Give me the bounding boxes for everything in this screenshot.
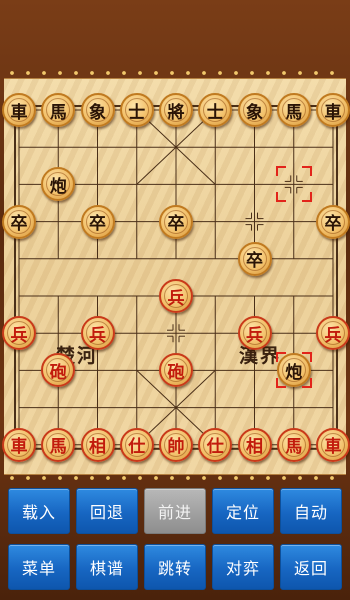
auto-button[interactable]: 自动 [280,488,342,534]
piece-label: 兵 [324,325,342,346]
black-soldier-1-piece[interactable]: 卒 [2,204,36,239]
piece-label: 士 [206,102,224,123]
piece-label: 帥 [167,437,185,458]
red-elephant-left-piece[interactable]: 相 [80,427,115,462]
back-button[interactable]: 返回 [280,544,342,590]
red-soldier-5-piece[interactable]: 兵 [316,316,350,351]
piece-label: 相 [246,437,263,458]
piece-label: 兵 [167,288,185,309]
red-horse-left-piece[interactable]: 馬 [41,427,76,462]
xiangqi-board[interactable]: 楚河 漢界 車馬象士將士象馬車炮卒卒卒卒卒炮兵兵兵兵兵砲砲車馬相仕帥仕相馬車 [2,78,350,475]
black-chariot-right-piece[interactable]: 車 [316,93,350,127]
locate-button[interactable]: 定位 [212,488,274,534]
black-advisor-left-piece[interactable]: 士 [119,93,154,127]
piece-label: 砲 [167,362,185,383]
red-chariot-left-piece[interactable]: 車 [2,427,36,462]
marker-corner [275,166,286,177]
menu-button[interactable]: 菜单 [8,544,70,590]
red-advisor-right-piece[interactable]: 仕 [198,427,233,462]
piece-label: 將 [167,102,185,123]
black-soldier-2-piece[interactable]: 卒 [80,204,115,239]
marker-corner [301,378,312,389]
black-general-piece[interactable]: 將 [159,93,193,127]
red-chariot-right-piece[interactable]: 車 [316,427,350,462]
red-soldier-4-piece[interactable]: 兵 [237,316,272,351]
black-elephant-right-piece[interactable]: 象 [237,93,272,127]
red-soldier-1-piece[interactable]: 兵 [2,316,36,351]
piece-label: 馬 [285,437,303,458]
marker-corner [301,166,312,177]
game-record-button[interactable]: 棋谱 [76,544,138,590]
piece-label: 砲 [49,362,67,383]
piece-label: 車 [10,102,28,123]
piece-label: 兵 [246,325,263,346]
undo-button[interactable]: 回退 [76,488,138,534]
piece-label: 車 [324,102,342,123]
piece-label: 炮 [49,176,67,197]
load-button[interactable]: 载入 [8,488,70,534]
piece-label: 兵 [10,325,28,346]
marker-corner [275,352,286,363]
piece-label: 卒 [10,214,28,235]
piece-label: 馬 [49,102,67,123]
piece-label: 象 [89,102,106,123]
piece-label: 卒 [246,251,263,272]
piece-label: 卒 [167,214,185,235]
marker-corner [275,378,286,389]
piece-label: 卒 [324,214,342,235]
red-elephant-right-piece[interactable]: 相 [237,427,272,462]
black-soldier-3-piece[interactable]: 卒 [159,204,193,239]
piece-label: 相 [89,437,106,458]
play-button[interactable]: 对弈 [212,544,274,590]
red-general-piece[interactable]: 帥 [159,427,193,462]
marker-corner [275,192,286,203]
bottom-stud-row [4,475,346,481]
marker-corner [301,192,312,203]
last-move-from-marker [275,166,312,203]
piece-label: 士 [128,102,146,123]
top-stud-row [4,70,346,76]
black-soldier-5-piece[interactable]: 卒 [316,204,350,239]
piece-label: 車 [324,437,342,458]
piece-label: 仕 [206,437,224,458]
last-move-to-marker [275,352,312,389]
marker-corner [301,352,312,363]
piece-label: 車 [10,437,28,458]
piece-label: 象 [246,102,263,123]
piece-label: 馬 [49,437,67,458]
piece-label: 馬 [285,102,303,123]
red-soldier-2-piece[interactable]: 兵 [80,316,115,351]
black-soldier-4-piece[interactable]: 卒 [237,241,272,276]
red-soldier-center-piece[interactable]: 兵 [159,279,193,313]
piece-label: 仕 [128,437,146,458]
red-advisor-left-piece[interactable]: 仕 [119,427,154,462]
board-grid [14,105,338,450]
black-advisor-right-piece[interactable]: 士 [198,93,233,127]
redo-button[interactable]: 前进 [144,488,206,534]
black-horse-left-piece[interactable]: 馬 [41,93,76,127]
control-panel: 载入 回退 前进 定位 自动菜单 棋谱 跳转 对弈 返回 [0,482,350,600]
black-elephant-left-piece[interactable]: 象 [80,93,115,127]
jump-button[interactable]: 跳转 [144,544,206,590]
black-horse-right-piece[interactable]: 馬 [276,93,311,127]
piece-label: 兵 [89,325,106,346]
black-chariot-left-piece[interactable]: 車 [2,93,36,127]
red-horse-right-piece[interactable]: 馬 [276,427,311,462]
piece-label: 卒 [89,214,106,235]
